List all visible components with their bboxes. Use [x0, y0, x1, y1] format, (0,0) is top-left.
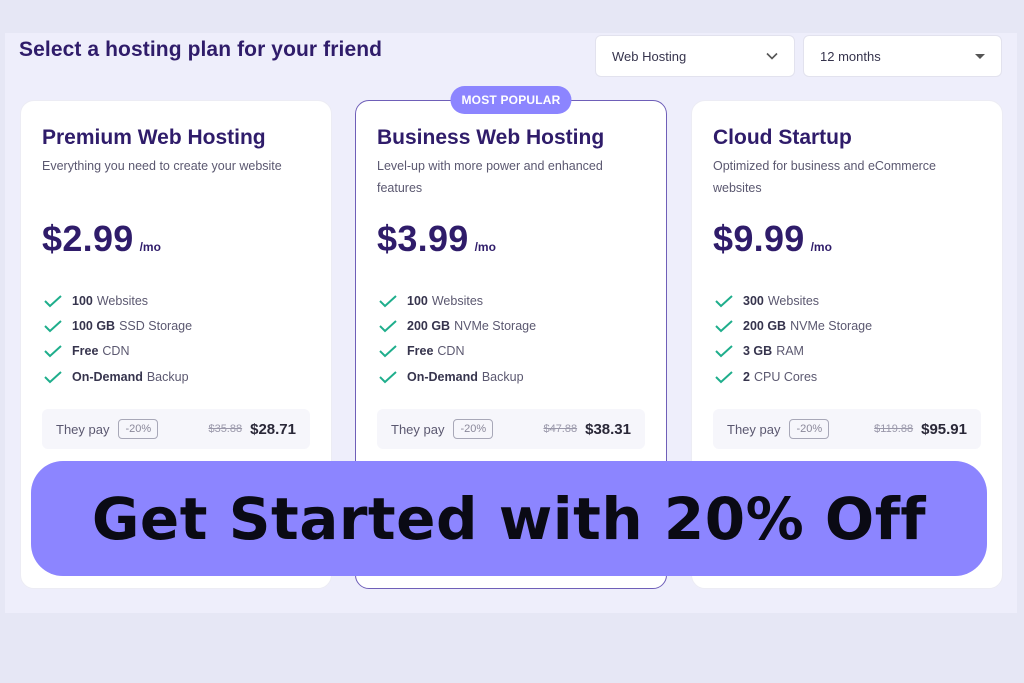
feature-text: NVMe Storage	[790, 318, 873, 333]
feature-bold: 200 GB	[743, 318, 787, 333]
check-icon	[379, 345, 397, 358]
price-period: /mo	[139, 240, 161, 254]
check-icon	[715, 345, 733, 358]
feature-text: RAM	[776, 344, 804, 359]
check-icon	[44, 320, 62, 333]
feature-text: CPU Cores	[753, 369, 818, 384]
discount-badge: -20%	[118, 419, 159, 439]
discount-badge: -20%	[789, 419, 830, 439]
feature-text: Backup	[146, 369, 189, 384]
they-pay-box: They pay -20% $47.88 $38.31	[377, 409, 645, 449]
check-icon	[715, 370, 733, 383]
they-pay-label: They pay	[56, 421, 110, 437]
feature-bold: 200 GB	[407, 318, 451, 333]
feature-item: 2 CPU Cores	[714, 364, 872, 389]
most-popular-badge: MOST POPULAR	[450, 86, 572, 114]
feature-bold: On-Demand	[407, 369, 478, 384]
caret-down-icon	[975, 53, 985, 59]
category-select[interactable]: Web Hosting	[595, 35, 795, 77]
they-pay-label: They pay	[727, 421, 781, 437]
check-icon	[379, 370, 397, 383]
feature-text: SSD Storage	[119, 318, 193, 333]
price-period: /mo	[474, 240, 496, 254]
check-icon	[44, 294, 62, 308]
feature-item: On-Demand Backup	[43, 364, 192, 389]
feature-bold: 100	[72, 293, 93, 308]
chevron-down-icon	[766, 50, 778, 62]
feature-bold: 100 GB	[72, 318, 116, 333]
price-row: $2.99 /mo	[42, 218, 161, 260]
feature-bold: 100	[407, 293, 428, 308]
feature-text: Websites	[96, 293, 149, 308]
they-pay-label: They pay	[391, 421, 445, 437]
feature-bold: On-Demand	[72, 369, 143, 384]
plan-price: $3.99	[377, 218, 469, 259]
feature-item: 100 GB SSD Storage	[43, 313, 192, 338]
feature-list: 300 Websites 200 GB NVMe Storage 3 GB RAM 2…	[714, 288, 872, 389]
category-select-value: Web Hosting	[612, 48, 687, 64]
check-icon	[715, 320, 733, 333]
feature-item: Free CDN	[43, 339, 192, 364]
check-icon	[44, 370, 62, 383]
plan-description: Level-up with more power and enhanced fe…	[377, 159, 603, 195]
feature-bold: 3 GB	[743, 344, 773, 359]
feature-item: 300 Websites	[714, 288, 872, 313]
feature-bold: Free	[407, 344, 434, 359]
check-icon	[44, 345, 62, 358]
feature-text: CDN	[437, 344, 465, 359]
feature-text: Websites	[431, 293, 484, 308]
feature-bold: Free	[72, 344, 99, 359]
feature-text: Websites	[767, 293, 820, 308]
feature-item: 100 Websites	[378, 288, 536, 313]
plan-name: Cloud Startup	[713, 126, 852, 149]
plan-description: Optimized for business and eCommerce web…	[713, 159, 937, 195]
new-price: $38.31	[585, 420, 631, 438]
they-pay-box: They pay -20% $119.88 $95.91	[713, 409, 981, 449]
period-select[interactable]: 12 months	[803, 35, 1002, 77]
old-price: $47.88	[543, 423, 578, 435]
plan-price: $2.99	[42, 218, 134, 259]
feature-item: 100 Websites	[43, 288, 192, 313]
feature-item: 200 GB NVMe Storage	[714, 313, 872, 338]
feature-bold: 2	[743, 369, 750, 384]
new-price: $28.71	[250, 420, 296, 438]
feature-item: 200 GB NVMe Storage	[378, 313, 536, 338]
check-icon	[379, 294, 397, 308]
they-pay-box: They pay -20% $35.88 $28.71	[42, 409, 310, 449]
price-period: /mo	[810, 240, 832, 254]
price-row: $9.99 /mo	[713, 218, 832, 260]
plan-description: Everything you need to create your websi…	[42, 159, 282, 173]
feature-list: 100 Websites 100 GB SSD Storage Free CDN On…	[43, 288, 192, 389]
new-price: $95.91	[921, 420, 967, 438]
feature-text: Backup	[481, 369, 524, 384]
discount-badge: -20%	[453, 419, 494, 439]
feature-bold: 300	[743, 293, 764, 308]
old-price: $119.88	[874, 423, 914, 435]
price-row: $3.99 /mo	[377, 218, 496, 260]
feature-item: On-Demand Backup	[378, 364, 536, 389]
plan-name: Premium Web Hosting	[42, 126, 266, 149]
page-title: Select a hosting plan for your friend	[19, 38, 383, 61]
feature-item: 3 GB RAM	[714, 339, 872, 364]
check-icon	[715, 294, 733, 308]
get-started-button[interactable]: Get Started with 20% Off	[31, 461, 987, 576]
plan-price: $9.99	[713, 218, 805, 259]
old-price: $35.88	[208, 423, 243, 435]
feature-text: NVMe Storage	[454, 318, 537, 333]
period-select-value: 12 months	[820, 48, 881, 64]
check-icon	[379, 320, 397, 333]
feature-list: 100 Websites 200 GB NVMe Storage Free CDN O…	[378, 288, 536, 389]
feature-item: Free CDN	[378, 339, 536, 364]
plan-name: Business Web Hosting	[377, 126, 605, 149]
feature-text: CDN	[102, 344, 130, 359]
